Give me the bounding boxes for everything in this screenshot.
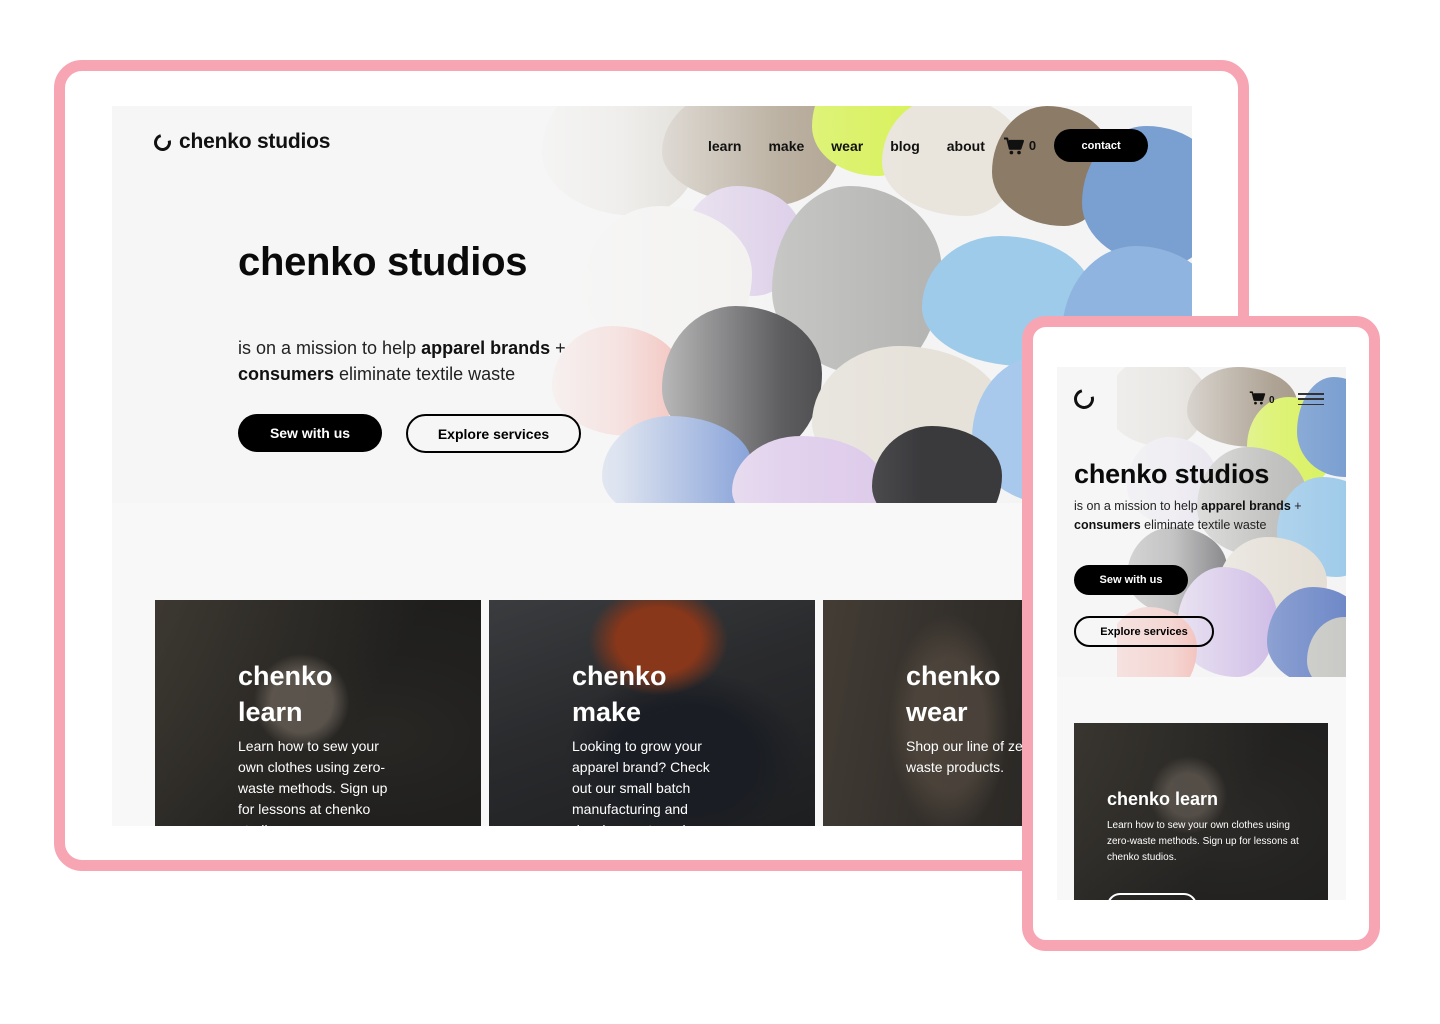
- mobile-device-frame: 0 chenko studios is on a mission to help…: [1022, 316, 1380, 951]
- mobile-card-learn-button[interactable]: [1107, 893, 1197, 900]
- nav-link-wear[interactable]: wear: [831, 138, 863, 154]
- hamburger-menu-icon[interactable]: [1298, 393, 1324, 405]
- mobile-hero-section: 0 chenko studios is on a mission to help…: [1057, 367, 1346, 677]
- nav-link-learn[interactable]: learn: [708, 138, 741, 154]
- nav-link-make[interactable]: make: [768, 138, 804, 154]
- card-make[interactable]: chenko make Looking to grow your apparel…: [489, 600, 815, 826]
- mobile-sew-with-us-button[interactable]: Sew with us: [1074, 565, 1188, 595]
- card-make-title: chenko make: [572, 661, 667, 727]
- main-nav: learn make wear blog about 0 contact: [708, 129, 1149, 162]
- mobile-hero-subtitle: is on a mission to help apparel brands +…: [1074, 499, 1302, 532]
- mobile-cart-count: 0: [1269, 395, 1275, 406]
- cart-icon: [1249, 391, 1266, 410]
- contact-button[interactable]: contact: [1054, 129, 1149, 162]
- brand-logo[interactable]: chenko studios: [150, 130, 331, 154]
- card-learn[interactable]: chenko learn Learn how to sew your own c…: [155, 600, 481, 826]
- cart-icon: [1003, 137, 1025, 155]
- logo-ring-icon: [150, 130, 175, 154]
- cart-button[interactable]: 0: [1003, 137, 1036, 155]
- sew-with-us-button[interactable]: Sew with us: [238, 414, 382, 452]
- mobile-explore-services-button[interactable]: Explore services: [1074, 616, 1214, 647]
- card-make-body: Looking to grow your apparel brand? Chec…: [572, 738, 711, 826]
- mobile-screen: 0 chenko studios is on a mission to help…: [1057, 367, 1346, 900]
- explore-services-button[interactable]: Explore services: [406, 414, 581, 453]
- card-learn-body: Learn how to sew your own clothes using …: [238, 738, 388, 826]
- hero-subtitle: is on a mission to help apparel brands +…: [238, 338, 566, 384]
- mobile-card-learn-title: chenko learn: [1107, 789, 1219, 809]
- hero-title: chenko studios: [238, 240, 528, 284]
- mobile-card-learn[interactable]: chenko learn Learn how to sew your own c…: [1074, 723, 1328, 900]
- card-learn-title: chenko learn: [238, 661, 333, 727]
- cart-count: 0: [1028, 138, 1037, 153]
- mobile-hero-title: chenko studios: [1074, 459, 1270, 489]
- mobile-card-learn-body: Learn how to sew your own clothes using …: [1107, 820, 1299, 863]
- nav-link-blog[interactable]: blog: [890, 138, 920, 154]
- nav-link-about[interactable]: about: [947, 138, 985, 154]
- brand-name: chenko studios: [179, 130, 331, 153]
- mobile-cart-button[interactable]: 0: [1249, 391, 1275, 410]
